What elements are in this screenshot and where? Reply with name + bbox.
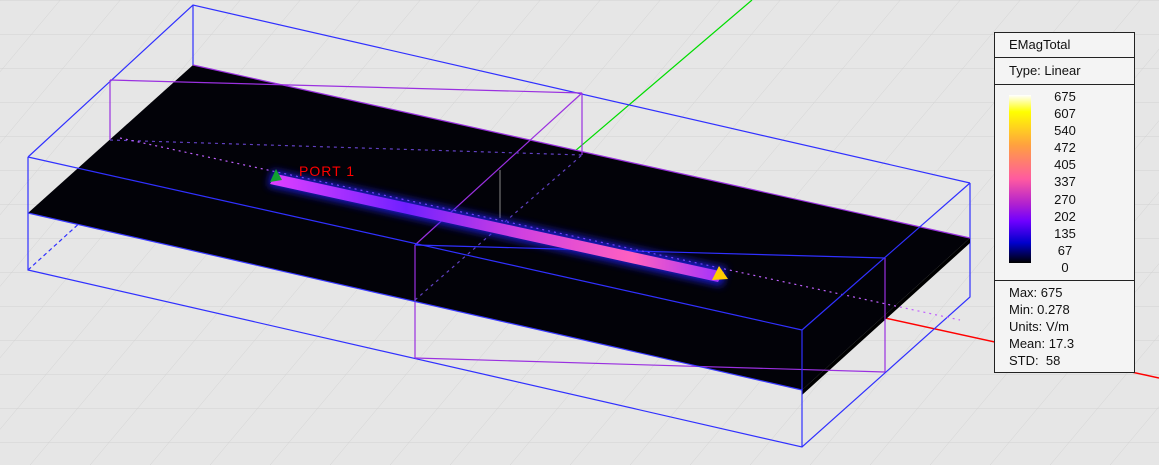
legend-type: Type: Linear [995,58,1134,85]
tick-label: 337 [1054,174,1076,190]
stat-min: Min: 0.278 [1009,302,1070,317]
stat-mean: Mean: 17.3 [1009,336,1075,351]
tick-label: 675 [1054,89,1076,104]
stat-units: Units: V/m [1009,319,1069,334]
stat-max: Max: 675 [1009,285,1063,300]
tick-label: 405 [1054,157,1076,173]
tick-label: 270 [1054,191,1076,207]
legend-title: EMagTotal [995,33,1134,58]
tick-label: 607 [1054,106,1076,122]
tick-label: 202 [1054,208,1076,224]
tick-label: 0 [1061,259,1069,275]
tick-label: 135 [1054,225,1076,241]
tick-label: 67 [1057,242,1073,258]
legend-stats: Max: 675 Min: 0.278 Units: V/m Mean: 17.… [995,281,1134,369]
3d-viewport[interactable] [0,0,1159,465]
tick-label: 540 [1054,123,1076,139]
colorbar [1009,95,1031,263]
tick-label: 472 [1054,140,1076,156]
port-1-label: PORT 1 [299,163,356,179]
color-legend[interactable]: EMagTotal Type: Linear 675 607 540 472 4… [994,32,1135,373]
colorbar-ticks: 675 607 540 472 405 337 270 202 135 67 0 [1045,88,1085,276]
stat-std: STD: 58 [1009,353,1061,368]
legend-scale: 675 607 540 472 405 337 270 202 135 67 0 [995,85,1134,281]
